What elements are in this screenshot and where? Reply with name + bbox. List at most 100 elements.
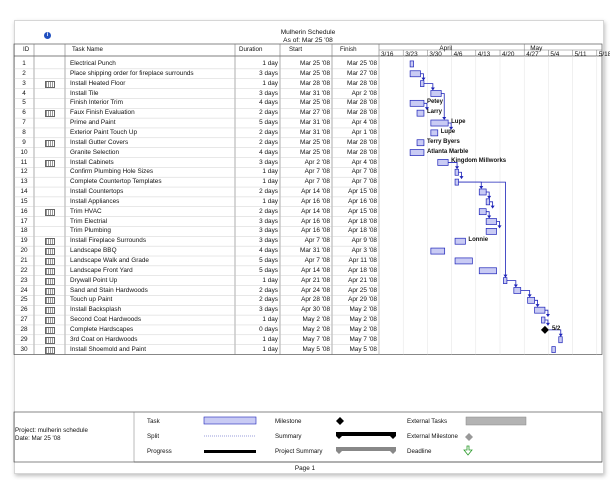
task-name: Install Countertops	[70, 188, 124, 196]
task-finish: Mar 27 '08	[347, 69, 377, 77]
task-name: Complete Countertop Templates	[70, 178, 162, 186]
task-bar	[430, 129, 439, 137]
timescale-week: 4/27	[526, 51, 539, 58]
dependency-arrowhead	[459, 176, 464, 180]
task-finish: Apr 1 '08	[351, 128, 377, 136]
resource-label: Lonnie	[468, 237, 489, 244]
task-duration: 2 days	[259, 286, 278, 294]
task-duration: 3 days	[259, 227, 278, 235]
task-bar	[485, 228, 497, 235]
task-finish: May 2 '08	[349, 306, 377, 314]
task-start: May 7 '08	[302, 335, 330, 343]
task-notes-icon	[45, 248, 55, 256]
task-bar	[534, 306, 546, 314]
task-start: Apr 7 '08	[304, 168, 330, 176]
task-start: Mar 25 '08	[300, 148, 330, 156]
task-bar	[558, 336, 563, 344]
task-start: Apr 30 '08	[301, 306, 330, 314]
task-name: Granite Selection	[70, 148, 120, 156]
task-start: Apr 14 '08	[301, 266, 330, 274]
task-finish: May 2 '08	[349, 325, 377, 333]
task-bar	[485, 218, 497, 225]
task-finish: Apr 7 '08	[351, 168, 377, 176]
task-id: 12	[20, 168, 28, 176]
legend-summary-swatch	[336, 432, 396, 439]
task-name: Landscape Front Yard	[70, 266, 133, 274]
task-notes-icon	[45, 317, 55, 325]
task-bar	[430, 90, 442, 97]
legend-task-swatch	[203, 416, 257, 425]
timescale-week: 5/4	[550, 51, 560, 58]
task-id: 1	[22, 60, 26, 67]
task-name: Install Fireplace Surrounds	[70, 237, 147, 245]
task-id: 29	[20, 335, 28, 343]
task-id: 22	[20, 266, 28, 274]
task-start: Apr 16 '08	[301, 197, 330, 205]
task-id: 28	[20, 325, 28, 333]
task-notes-icon	[45, 346, 55, 354]
task-duration: 1 day	[262, 345, 278, 353]
task-finish: Apr 9 '08	[351, 237, 377, 245]
task-start: May 2 '08	[302, 325, 330, 333]
task-name: Prime and Paint	[70, 119, 116, 127]
task-bar	[454, 237, 466, 245]
task-id: 2	[22, 69, 26, 77]
task-id: 30	[20, 345, 28, 353]
task-start: Mar 25 '08	[300, 60, 330, 67]
task-id: 18	[20, 227, 28, 235]
task-bar	[485, 198, 490, 206]
resource-label: Kingdom Millworks	[451, 158, 507, 165]
task-duration: 2 days	[259, 296, 278, 304]
task-name: 3rd Coat on Hardwoods	[70, 335, 138, 343]
resource-label: Petey	[426, 99, 443, 106]
task-start: Apr 2 '08	[304, 158, 330, 166]
task-bar	[416, 139, 425, 147]
timescale-week: 4/13	[477, 51, 491, 58]
task-bar	[409, 99, 425, 107]
task-notes-icon	[45, 238, 55, 246]
task-bar	[454, 168, 459, 176]
milestone-diamond	[540, 325, 549, 334]
legend-task-label: Task	[147, 418, 160, 425]
timescale-week: 5/18	[598, 51, 610, 58]
task-bar	[503, 277, 508, 284]
task-bar	[478, 208, 487, 216]
task-bar	[420, 80, 425, 87]
task-name: Trim HVAC	[70, 207, 102, 215]
task-duration: 3 days	[259, 306, 278, 314]
task-bar	[513, 287, 522, 294]
task-name: Install Cabinets	[70, 158, 114, 166]
dependency-arrowhead	[455, 166, 460, 170]
dependency-arrowhead	[545, 314, 550, 318]
task-notes-icon	[45, 287, 55, 295]
task-duration: 3 days	[259, 217, 278, 225]
task-id: 11	[20, 158, 28, 166]
project-date: Date: Mar 25 '08	[15, 435, 61, 442]
task-id: 4	[22, 89, 26, 97]
task-start: Mar 31 '08	[300, 247, 330, 255]
task-duration: 3 days	[259, 89, 278, 97]
task-id: 25	[20, 296, 28, 304]
legend-external-tasks-swatch	[465, 416, 527, 426]
task-id: 19	[20, 237, 28, 245]
timescale-week: 3/30	[429, 51, 442, 58]
task-bar	[430, 247, 446, 255]
task-duration: 4 days	[259, 99, 278, 107]
task-finish: Mar 28 '08	[347, 99, 377, 107]
task-bar	[454, 257, 473, 265]
dependency-arrowhead	[503, 274, 508, 278]
page-number: Page 1	[294, 465, 316, 472]
dependency-arrowhead	[535, 304, 540, 308]
task-duration: 2 days	[259, 138, 278, 146]
legend-split-label: Split	[147, 433, 160, 440]
task-bar	[527, 296, 535, 304]
task-duration: 3 days	[259, 158, 278, 166]
task-start: Mar 25 '08	[300, 69, 330, 77]
col-header-finish: Finish	[340, 46, 357, 53]
task-finish: Apr 18 '08	[348, 266, 377, 274]
col-header-duration: Duration	[239, 46, 263, 53]
task-name: Install Heated Floor	[70, 79, 126, 87]
task-duration: 4 days	[259, 148, 278, 156]
task-finish: Apr 29 '08	[348, 296, 377, 304]
task-finish: Apr 18 '08	[348, 227, 377, 235]
